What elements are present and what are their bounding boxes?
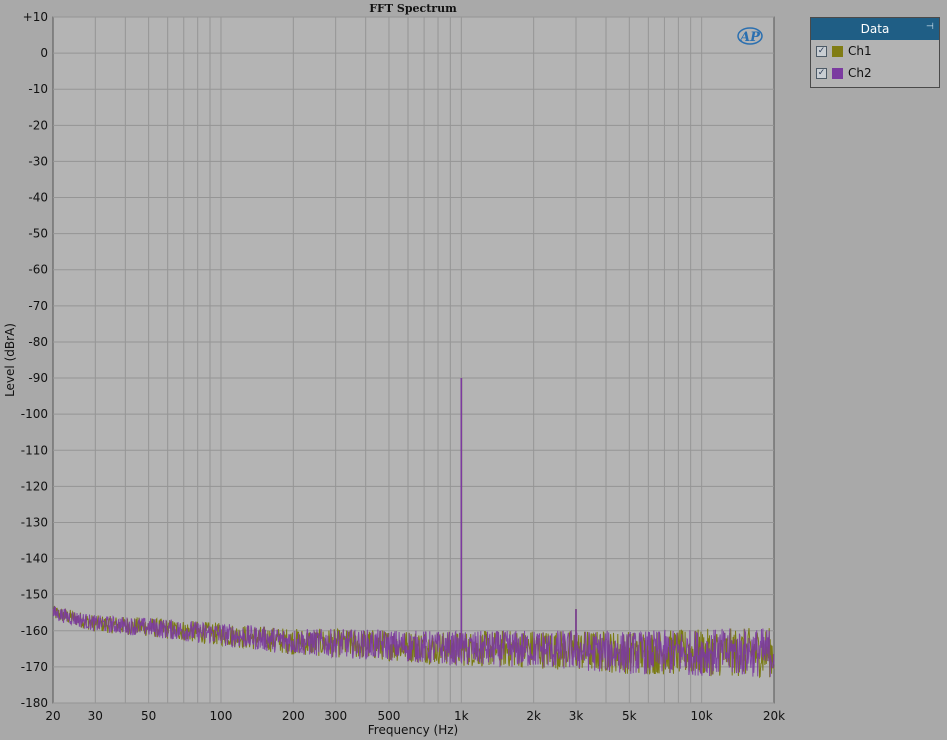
y-tick-label: -150 — [21, 588, 48, 602]
y-tick-label: -160 — [21, 624, 48, 638]
chart-title: FFT Spectrum — [369, 2, 457, 15]
y-tick-label: +10 — [23, 10, 48, 24]
y-axis-label: Level (dBrA) — [3, 323, 17, 397]
x-tick-label: 500 — [378, 709, 401, 723]
x-tick-label: 1k — [454, 709, 469, 723]
ch2-label: Ch2 — [848, 66, 872, 80]
ch2-color-swatch — [832, 67, 843, 79]
y-tick-label: -40 — [28, 191, 48, 205]
x-tick-label: 5k — [622, 709, 637, 723]
x-tick-label: 3k — [569, 709, 584, 723]
x-tick-label: 30 — [88, 709, 103, 723]
x-tick-label: 20k — [763, 709, 785, 723]
x-tick-label: 100 — [210, 709, 233, 723]
ch1-checkbox[interactable]: ✓ — [816, 45, 827, 57]
y-tick-label: -100 — [21, 407, 48, 421]
ap-logo-icon: AP — [737, 27, 763, 45]
ch2-checkbox[interactable]: ✓ — [816, 67, 827, 79]
fft-spectrum-chart: 20 30 50 100 200 300 500 1k 2k 3k 5k 10k 20k +10 0 -10… — [3, 2, 785, 737]
y-tick-label: 0 — [40, 46, 48, 60]
x-tick-label: 200 — [282, 709, 305, 723]
y-tick-label: -90 — [28, 371, 48, 385]
x-tick-label: 50 — [141, 709, 156, 723]
data-legend-panel: Data ⊣ ✓ Ch1 ✓ Ch2 — [810, 17, 940, 88]
y-tick-label: -180 — [21, 696, 48, 710]
legend-title: Data — [860, 22, 890, 36]
y-tick-label: -170 — [21, 660, 48, 674]
y-tick-label: -30 — [28, 154, 48, 168]
x-axis-label: Frequency (Hz) — [368, 723, 459, 737]
plot-area — [52, 16, 775, 704]
y-tick-label: -110 — [21, 443, 48, 457]
legend-header: Data ⊣ — [811, 18, 939, 40]
ch1-color-swatch — [832, 45, 843, 57]
x-tick-label: 10k — [691, 709, 713, 723]
y-tick-label: -70 — [28, 299, 48, 313]
x-tick-label: 20 — [45, 709, 60, 723]
y-tick-label: -10 — [28, 82, 48, 96]
legend-item-ch1[interactable]: ✓ Ch1 — [811, 40, 939, 62]
x-tick-label: 2k — [526, 709, 541, 723]
y-tick-label: -120 — [21, 479, 48, 493]
y-tick-label: -140 — [21, 552, 48, 566]
y-tick-labels: +10 0 -10 -20 -30 -40 -50 -60 -70 -80 -90 -100 -110 -… — [21, 10, 48, 710]
y-tick-label: -130 — [21, 515, 48, 529]
ch1-label: Ch1 — [848, 44, 872, 58]
x-tick-labels: 20 30 50 100 200 300 500 1k 2k 3k 5k 10k 20k — [45, 709, 785, 723]
pin-icon[interactable]: ⊣ — [926, 23, 936, 32]
x-tick-label: 300 — [324, 709, 347, 723]
ap-logo-text: AP — [738, 30, 761, 45]
legend-item-ch2[interactable]: ✓ Ch2 — [811, 62, 939, 84]
y-tick-label: -80 — [28, 335, 48, 349]
y-tick-label: -20 — [28, 118, 48, 132]
y-tick-label: -60 — [28, 263, 48, 277]
y-tick-label: -50 — [28, 227, 48, 241]
